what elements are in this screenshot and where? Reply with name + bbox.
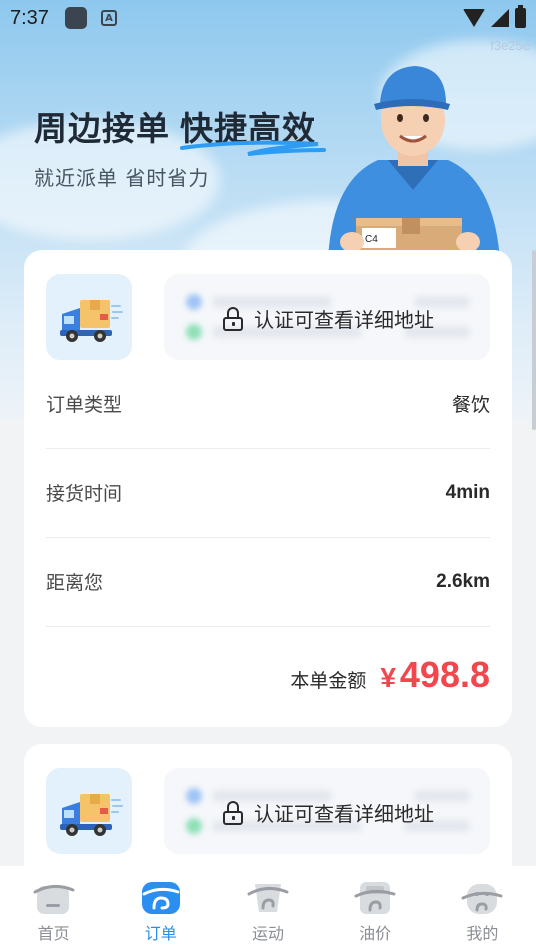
tab-sport-label: 运动 [251,924,284,943]
hero-subtitle: 就近派单 省时省力 [34,166,210,190]
fuel-icon [354,882,396,914]
courier-illustration: C4 [328,66,500,260]
price-amount: 498.8 [399,654,490,695]
distance-value: 2.6km [436,570,490,592]
home-icon [33,885,75,914]
order-type-label: 订单类型 [46,394,123,416]
end-dot-icon [186,324,202,340]
bottom-tab-bar: 首页 订单 运动 油价 我的 [0,866,536,952]
keyboard-icon: A [100,10,117,26]
tab-home[interactable]: 首页 [0,866,107,944]
start-dot-icon [186,788,202,804]
signal-icon [491,9,509,27]
lock-icon [222,306,244,331]
tab-fuel-label: 油价 [359,924,392,943]
currency-symbol: ¥ [380,662,396,693]
watermark: f3e25e [490,38,530,53]
price-row: 本单金额 ¥498.8 [290,654,490,696]
pickup-time-value: 4min [445,481,490,503]
tab-sport[interactable]: 运动 [214,866,321,944]
battery-icon [515,5,526,28]
tab-fuel[interactable]: 油价 [322,866,429,944]
divider [46,626,490,627]
order-type-value: 餐饮 [451,394,490,416]
start-dot-icon [186,294,202,310]
tab-orders[interactable]: 订单 [107,866,214,944]
delivery-truck-icon [60,300,123,342]
brush-underline-icon [180,140,326,156]
pickup-time-label: 接货时间 [46,483,123,505]
truck-thumbnail [46,274,132,360]
wifi-icon [463,9,485,27]
price-label: 本单金额 [290,670,367,692]
profile-icon [461,884,503,914]
truck-thumbnail [46,768,132,854]
delivery-truck-icon [60,794,123,836]
lock-icon [222,800,244,825]
tab-profile[interactable]: 我的 [429,866,536,944]
tab-orders-label: 订单 [144,924,177,943]
app-notification-icon [64,7,87,29]
address-locked-box[interactable]: 认证可查看详细地址 [164,768,490,854]
distance-label: 距离您 [46,572,104,594]
locked-address-text: 认证可查看详细地址 [254,308,434,332]
hero-title-part1: 周边接单 [34,109,170,148]
tab-profile-label: 我的 [466,924,499,943]
orders-icon [141,882,180,914]
sport-icon [247,884,289,912]
pickup-time-row: 接货时间 4min [46,448,490,537]
status-time: 7:37 [10,6,49,29]
distance-row: 距离您 2.6km [46,537,490,626]
price-value: ¥498.8 [380,654,490,696]
locked-address-text: 认证可查看详细地址 [254,802,434,826]
tab-home-label: 首页 [37,924,70,943]
address-locked-box[interactable]: 认证可查看详细地址 [164,274,490,360]
order-card[interactable]: 认证可查看详细地址 订单类型 餐饮 接货时间 4min 距离您 2.6km 本单… [24,250,512,727]
end-dot-icon [186,818,202,834]
status-bar: 7:37 A [0,0,536,36]
scrollbar[interactable] [532,250,536,430]
box-label: C4 [365,234,378,245]
order-type-row: 订单类型 餐饮 [46,359,490,448]
